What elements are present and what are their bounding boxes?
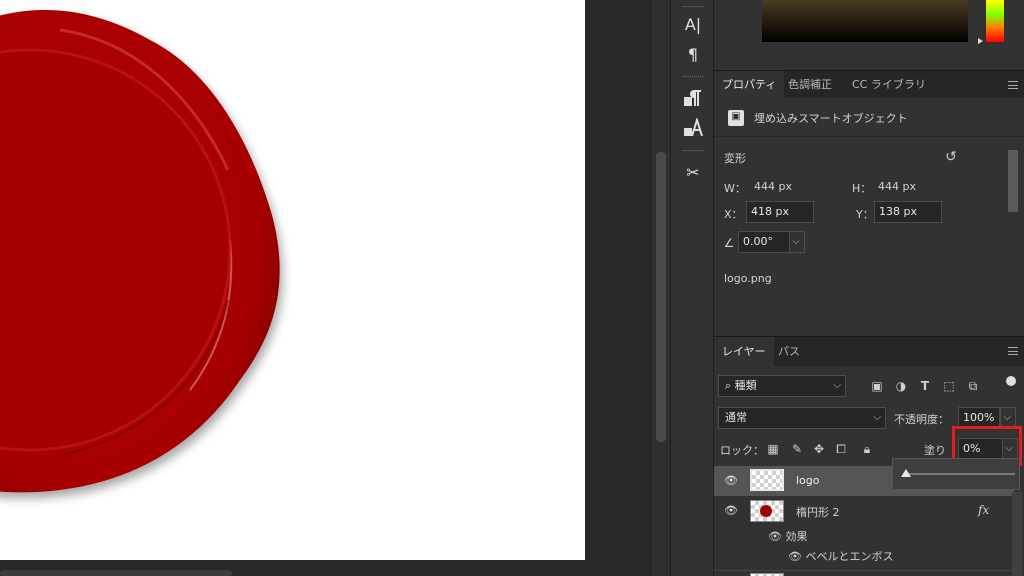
object-type-label: 埋め込みスマートオブジェクト (754, 112, 908, 125)
lock-position-icon[interactable]: ✥ (812, 442, 826, 456)
tab-properties[interactable]: プロパティ (714, 71, 785, 99)
panel-menu-icon[interactable] (1008, 81, 1018, 89)
document-canvas[interactable] (0, 0, 585, 560)
filename-label: logo.png (724, 272, 772, 285)
transform-label: 変形 (724, 152, 746, 165)
vertical-type-icon[interactable]: A| (677, 12, 709, 36)
reset-transform-icon[interactable]: ↺ (944, 150, 958, 164)
visibility-eye-icon[interactable]: 👁︎ (768, 530, 785, 543)
type-filter-icon[interactable]: T (918, 379, 932, 393)
panel-tool-strip: A| ¶ ✂ (670, 0, 714, 576)
canvas-area[interactable] (0, 0, 652, 576)
layer-name[interactable]: 楕円形 2 (796, 504, 840, 520)
chevron-down-icon: ⌵ (873, 412, 881, 423)
fill-slider-track[interactable] (903, 473, 1015, 475)
pixel-filter-icon[interactable]: ▣ (870, 379, 884, 393)
chevron-down-icon: ⌵ (833, 380, 841, 391)
chevron-down-icon: ⌵ (792, 236, 800, 247)
hue-slider[interactable] (986, 0, 1004, 42)
properties-tabbar: プロパティ 色調補正 CC ライブラリ (714, 70, 1024, 99)
panel-menu-icon[interactable] (1008, 347, 1018, 355)
width-value: 444 px (754, 180, 792, 193)
y-position-field[interactable]: 138 px (874, 201, 942, 223)
tab-adjustments[interactable]: 色調補正 (780, 71, 840, 99)
vertical-scrollbar-thumb[interactable] (656, 152, 666, 442)
visibility-eye-icon[interactable]: 👁︎ (724, 504, 738, 517)
tab-paths[interactable]: パス (770, 337, 808, 367)
lock-transparency-icon[interactable]: ▦ (766, 442, 780, 456)
smart-object-icon: ▣ (728, 110, 744, 126)
effects-row[interactable]: 👁︎ 効果 (768, 528, 807, 544)
blend-mode-value: 通常 (725, 411, 747, 424)
filter-toggle-icon[interactable] (1006, 376, 1016, 386)
right-panels: プロパティ 色調補正 CC ライブラリ ▣ 埋め込みスマートオブジェクト 変形 … (714, 0, 1024, 576)
tab-layers[interactable]: レイヤー (714, 337, 774, 367)
x-label: X： (724, 208, 743, 221)
fx-badge[interactable]: fx (978, 503, 989, 517)
hue-slider-caret[interactable] (978, 38, 983, 44)
lock-all-icon[interactable]: 🔒︎ (860, 442, 874, 456)
height-label: H： (852, 182, 872, 195)
height-value: 444 px (878, 180, 916, 193)
y-label: Y： (856, 208, 874, 221)
wax-seal-artwork (0, 10, 280, 493)
blend-mode-dropdown[interactable]: 通常 ⌵ (718, 407, 886, 429)
angle-dropdown[interactable]: ⌵ (789, 231, 805, 253)
visibility-eye-icon[interactable]: 👁︎ (788, 550, 805, 563)
properties-scrollbar[interactable] (1008, 150, 1018, 212)
effect-item-label: ベベルとエンボス (805, 550, 894, 563)
lock-label: ロック： (720, 444, 764, 457)
effects-label: 効果 (785, 530, 808, 543)
smart-object-filter-icon[interactable]: ⧉ (966, 379, 980, 393)
layer-row-ellipse[interactable]: 👁︎ 楕円形 2 fx (714, 496, 1014, 526)
fill-slider-knob[interactable] (901, 469, 911, 477)
grip-handle[interactable] (683, 76, 703, 78)
visibility-eye-icon[interactable]: 👁︎ (724, 474, 738, 487)
angle-icon: ∠ (723, 236, 735, 250)
paragraph-style-icon[interactable] (677, 86, 709, 110)
lock-pixels-icon[interactable]: ✎ (790, 442, 804, 456)
opacity-label: 不透明度： (894, 413, 949, 426)
character-style-icon[interactable] (677, 116, 709, 140)
width-label: W： (724, 182, 746, 195)
effect-item-row[interactable]: 👁︎ ベベルとエンボス (788, 548, 893, 564)
layers-tabbar: レイヤー パス (714, 336, 1024, 367)
ellipse-thumb-shape (760, 505, 772, 517)
lock-artboard-icon[interactable]: ⧠ (834, 442, 848, 456)
layers-scrollbar[interactable] (1012, 492, 1022, 576)
search-icon: ⌕ (725, 379, 735, 392)
layer-filter-dropdown[interactable]: ⌕ 種類 ⌵ (718, 375, 846, 397)
layer-thumbnail (750, 500, 784, 522)
fill-label: 塗り (924, 444, 946, 457)
grip-handle[interactable] (683, 150, 703, 152)
grip-handle[interactable] (683, 6, 703, 8)
chevron-down-icon: ⌵ (1003, 412, 1011, 423)
layer-row-next[interactable] (714, 570, 1014, 576)
x-position-field[interactable]: 418 px (746, 201, 814, 223)
paragraph-icon[interactable]: ¶ (677, 42, 709, 66)
divider (714, 136, 1024, 137)
layer-name[interactable]: logo (796, 474, 820, 487)
fill-slider-popup[interactable] (892, 458, 1020, 490)
angle-field[interactable]: 0.00° (738, 231, 790, 253)
adjustment-filter-icon[interactable]: ◑ (894, 379, 908, 393)
shape-filter-icon[interactable]: ⬚ (942, 379, 956, 393)
color-picker-field[interactable] (762, 0, 968, 42)
filter-kind-label: 種類 (734, 379, 757, 392)
tools-icon[interactable]: ✂ (677, 160, 709, 184)
layer-thumbnail (750, 469, 784, 491)
horizontal-scrollbar[interactable] (0, 570, 232, 576)
tab-cc-libraries[interactable]: CC ライブラリ (844, 71, 934, 99)
